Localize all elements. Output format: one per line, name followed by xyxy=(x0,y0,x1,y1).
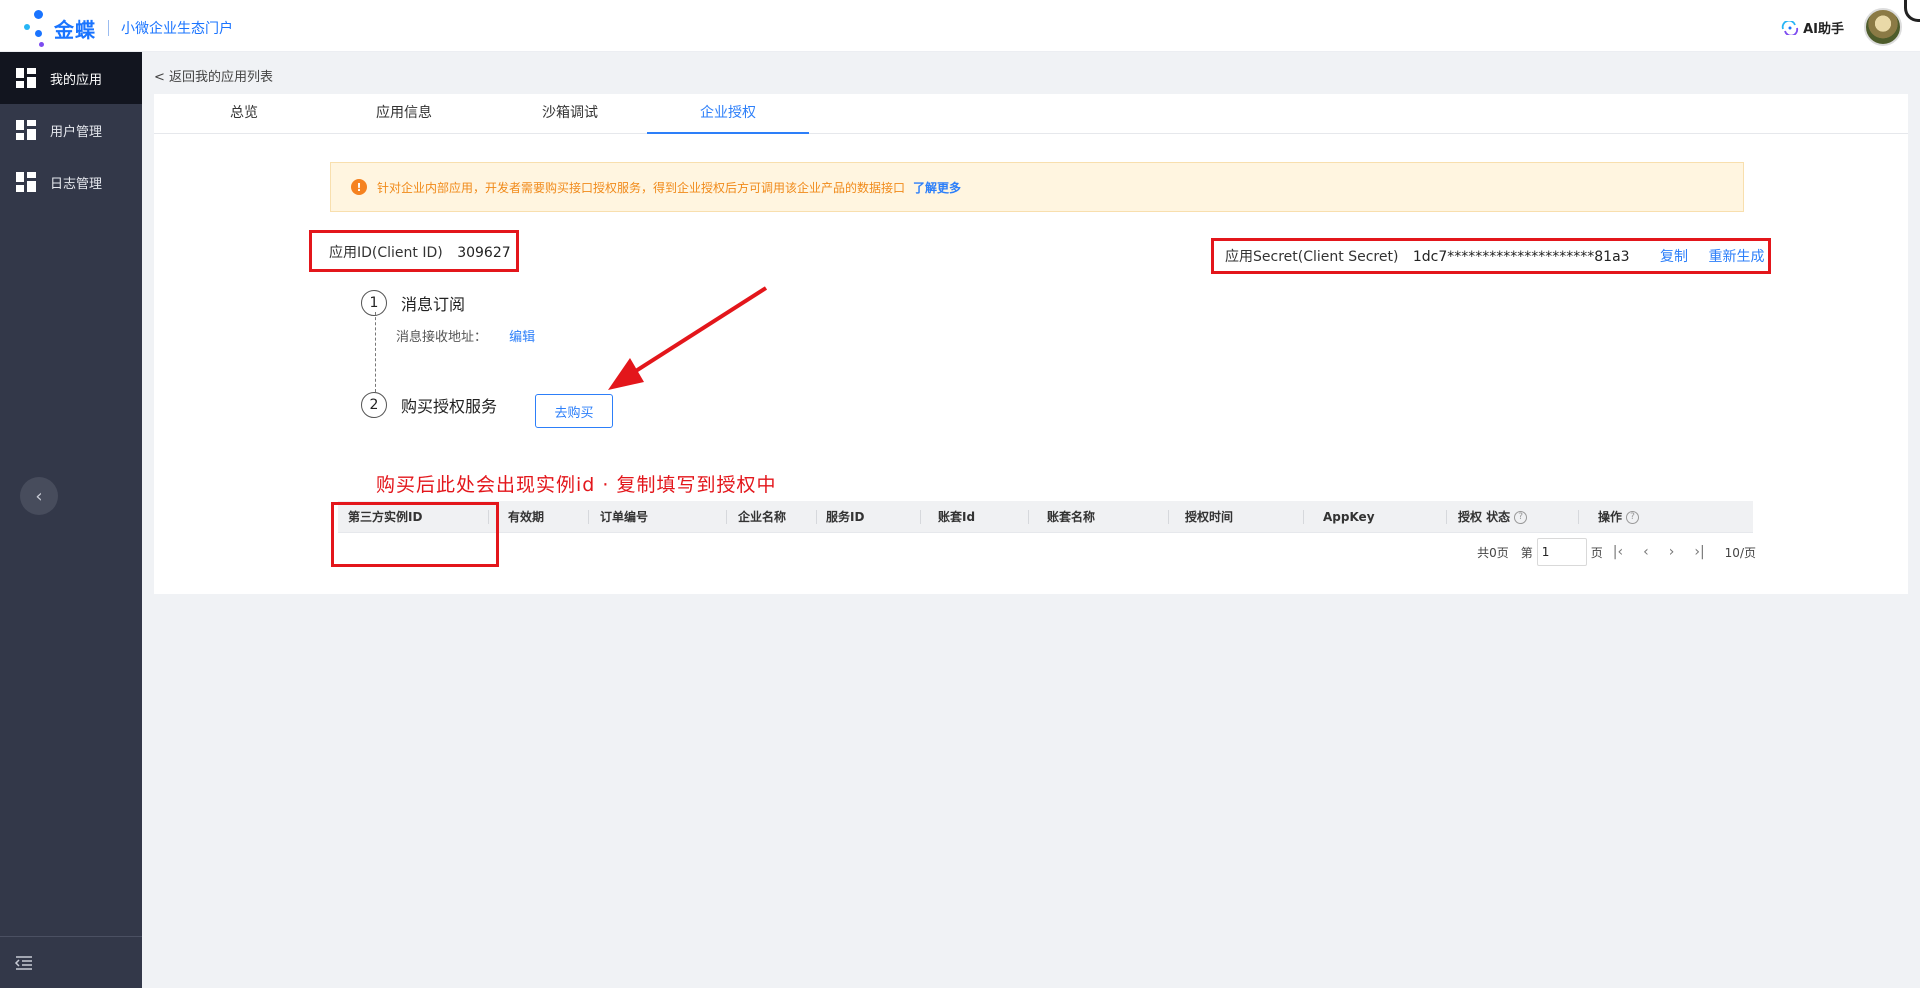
dashboard-grid-icon xyxy=(16,172,36,192)
step-number: 1 xyxy=(361,290,387,316)
tab-sandbox-debug[interactable]: 沙箱调试 xyxy=(510,94,630,134)
regenerate-secret-link[interactable]: 重新生成 xyxy=(1708,249,1764,265)
logo-divider xyxy=(108,20,109,36)
col-divider xyxy=(1168,510,1169,524)
sidebar: 我的应用 用户管理 日志管理 ‹ xyxy=(0,52,142,988)
col-divider xyxy=(726,510,727,524)
client-id-row: 应用ID(Client ID) 309627 xyxy=(329,242,511,262)
last-page-icon[interactable]: ›| xyxy=(1694,544,1704,560)
tab-bar: 总览 应用信息 沙箱调试 企业授权 xyxy=(154,94,1908,134)
help-icon[interactable]: ? xyxy=(1514,511,1528,524)
step-title: 购买授权服务 xyxy=(401,397,498,416)
step-message-subscription: 1 消息订阅 xyxy=(361,290,465,316)
col-company-name: 企业名称 xyxy=(738,510,787,524)
sidebar-item-label: 日志管理 xyxy=(50,176,103,192)
page-size-select[interactable]: 10/页 xyxy=(1725,544,1756,561)
kingdee-logo-icon xyxy=(22,8,52,48)
step-number: 2 xyxy=(361,392,387,418)
col-divider xyxy=(1446,510,1447,524)
red-arrow-annotation xyxy=(608,286,768,390)
dashboard-grid-icon xyxy=(16,68,36,88)
col-divider xyxy=(1578,510,1579,524)
instance-id-highlight-box xyxy=(331,502,499,567)
step-connector xyxy=(375,312,376,392)
tab-overview[interactable]: 总览 xyxy=(194,94,294,134)
edit-address-link[interactable]: 编辑 xyxy=(509,330,535,345)
dashboard-grid-icon xyxy=(16,120,36,140)
sidebar-item-label: 用户管理 xyxy=(50,124,103,140)
page-number-input[interactable]: 1 xyxy=(1536,538,1587,566)
ai-assistant-icon xyxy=(1781,20,1799,35)
subscribe-address-row: 消息接收地址： 编辑 xyxy=(396,326,535,345)
annotation-text: 购买后此处会出现实例id · 复制填写到授权中 xyxy=(376,474,777,496)
subscribe-address-label: 消息接收地址： xyxy=(396,330,488,345)
client-secret-label: 应用Secret(Client Secret) xyxy=(1225,249,1399,265)
col-auth-status-label: 授权 状态 xyxy=(1458,510,1511,524)
col-divider xyxy=(920,510,921,524)
ai-assistant-button[interactable]: AI助手 xyxy=(1781,18,1844,37)
pager-page-prefix: 第 xyxy=(1520,545,1533,560)
col-validity: 有效期 xyxy=(508,510,545,524)
user-avatar[interactable] xyxy=(1864,8,1902,46)
sidebar-item-my-apps[interactable]: 我的应用 xyxy=(0,52,142,104)
menu-collapse-icon[interactable] xyxy=(14,955,34,971)
col-appkey: AppKey xyxy=(1323,510,1375,524)
col-order-number: 订单编号 xyxy=(600,510,649,524)
sidebar-item-user-management[interactable]: 用户管理 xyxy=(0,104,142,156)
auth-table-header: 第三方实例ID 有效期 订单编号 企业名称 服务ID 账套Id 账套名称 授权时… xyxy=(338,501,1753,533)
col-account-set-name: 账套名称 xyxy=(1047,510,1096,524)
back-to-app-list-link[interactable]: < 返回我的应用列表 xyxy=(154,66,273,85)
col-account-set-id: 账套Id xyxy=(938,510,976,524)
warning-icon: ! xyxy=(351,179,367,195)
brand-name: 金蝶 xyxy=(54,17,96,42)
tab-enterprise-auth[interactable]: 企业授权 xyxy=(647,94,809,134)
first-page-icon[interactable]: |‹ xyxy=(1613,544,1623,560)
sidebar-item-log-management[interactable]: 日志管理 xyxy=(0,156,142,208)
main-area: < 返回我的应用列表 总览 应用信息 沙箱调试 企业授权 ! 针对企业内部应用，… xyxy=(142,52,1920,988)
col-actions-label: 操作 xyxy=(1598,510,1623,524)
client-id-label: 应用ID(Client ID) xyxy=(329,245,443,261)
next-page-icon[interactable]: › xyxy=(1669,544,1675,560)
chevron-left-icon: ‹ xyxy=(35,485,43,507)
step-title: 消息订阅 xyxy=(401,295,466,314)
pagination: 共0页 第 1 页 |‹ ‹ › ›| 10/页 xyxy=(1477,536,1756,568)
go-buy-button[interactable]: 去购买 xyxy=(535,394,613,428)
ai-assistant-label: AI助手 xyxy=(1803,22,1844,37)
col-divider xyxy=(1028,510,1029,524)
portal-name: 小微企业生态门户 xyxy=(121,21,233,37)
sidebar-item-label: 我的应用 xyxy=(50,72,103,88)
copy-secret-link[interactable]: 复制 xyxy=(1660,249,1688,265)
pager-total: 共0页 xyxy=(1477,545,1509,560)
corner-decoration xyxy=(1904,0,1920,22)
col-service-id: 服务ID xyxy=(826,510,865,524)
client-secret-row: 应用Secret(Client Secret) 1dc7************… xyxy=(1225,246,1764,266)
col-actions: 操作? xyxy=(1598,501,1640,533)
pager-page-suffix: 页 xyxy=(1590,545,1603,560)
help-icon[interactable]: ? xyxy=(1626,511,1640,524)
col-divider xyxy=(588,510,589,524)
col-divider xyxy=(816,510,817,524)
col-divider xyxy=(1303,510,1304,524)
top-bar: 金蝶 小微企业生态门户 AI助手 xyxy=(0,0,1920,52)
tab-app-info[interactable]: 应用信息 xyxy=(344,94,464,134)
prev-page-icon[interactable]: ‹ xyxy=(1643,544,1649,560)
col-auth-status: 授权 状态? xyxy=(1458,501,1528,533)
col-auth-time: 授权时间 xyxy=(1185,510,1234,524)
client-secret-value: 1dc7*********************81a3 xyxy=(1412,249,1630,265)
step-buy-auth-service: 2 购买授权服务 xyxy=(361,392,497,418)
content-card: 总览 应用信息 沙箱调试 企业授权 ! 针对企业内部应用，开发者需要购买接口授权… xyxy=(154,94,1908,594)
notice-text: 针对企业内部应用，开发者需要购买接口授权服务，得到企业授权后方可调用该企业产品的… xyxy=(377,180,906,195)
brand-logo[interactable]: 金蝶 小微企业生态门户 xyxy=(22,8,233,48)
sidebar-collapse-button[interactable]: ‹ xyxy=(20,477,58,515)
client-id-value: 309627 xyxy=(457,245,511,261)
learn-more-link[interactable]: 了解更多 xyxy=(913,179,961,196)
sidebar-footer xyxy=(0,936,142,988)
notice-banner: ! 针对企业内部应用，开发者需要购买接口授权服务，得到企业授权后方可调用该企业产… xyxy=(330,162,1744,212)
